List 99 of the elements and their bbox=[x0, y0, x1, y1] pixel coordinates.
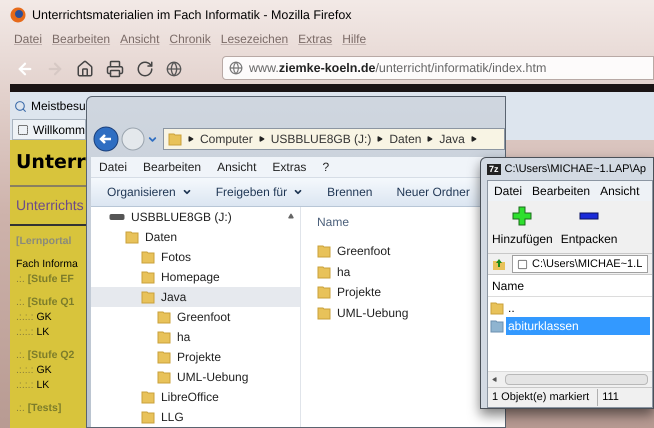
menu-item[interactable]: Datei bbox=[494, 182, 522, 200]
folder-icon bbox=[141, 410, 155, 424]
back-button[interactable] bbox=[93, 126, 119, 152]
plus-icon bbox=[512, 206, 532, 226]
menu-item[interactable]: Datei bbox=[99, 158, 128, 176]
print-icon[interactable] bbox=[106, 60, 124, 78]
file-item[interactable]: .. bbox=[506, 299, 650, 317]
page-link[interactable]: .:.:.: GK bbox=[16, 362, 52, 378]
bookmark[interactable]: Meistbesu bbox=[31, 97, 86, 115]
menu-item[interactable]: Ansicht bbox=[120, 30, 160, 48]
tree-item[interactable]: Greenfoot bbox=[91, 307, 300, 327]
folder-icon bbox=[157, 330, 171, 344]
page-text: Fach Informa bbox=[16, 256, 78, 272]
path-field[interactable]: C:\Users\MICHAE~1.L bbox=[512, 255, 648, 273]
folder-icon bbox=[141, 250, 155, 264]
page-link[interactable]: .:.:.: LK bbox=[16, 324, 50, 340]
horizontal-scrollbar[interactable] bbox=[488, 371, 652, 387]
menu-item[interactable]: Extras bbox=[298, 30, 332, 48]
up-folder-icon[interactable] bbox=[492, 257, 506, 271]
menu-item[interactable]: Bearbeiten bbox=[532, 182, 590, 200]
folder-icon bbox=[490, 319, 504, 333]
tree-item[interactable]: Projekte bbox=[91, 347, 300, 367]
tree-item[interactable]: ha bbox=[91, 327, 300, 347]
folder-icon bbox=[317, 244, 331, 258]
tree-item[interactable]: Java bbox=[91, 287, 300, 307]
drive-icon bbox=[109, 213, 125, 221]
app-logo: 7z bbox=[487, 164, 501, 174]
page-link[interactable]: .:.:.: GK bbox=[16, 310, 52, 324]
file-item[interactable]: ha bbox=[317, 262, 350, 282]
file-icon bbox=[517, 258, 528, 270]
tree-item[interactable]: UML-Uebung bbox=[91, 367, 300, 387]
site-icon bbox=[229, 61, 243, 75]
chevron-icon[interactable] bbox=[470, 136, 477, 142]
breadcrumb-item[interactable]: Daten bbox=[389, 130, 422, 148]
chevron-icon[interactable] bbox=[258, 136, 265, 142]
menu-item[interactable]: Chronik bbox=[169, 30, 211, 48]
folder-icon bbox=[141, 270, 155, 284]
toolbar-button[interactable]: Freigeben für bbox=[216, 183, 304, 202]
folder-icon bbox=[317, 264, 331, 279]
page-link[interactable]: .:.:.: LK bbox=[16, 378, 50, 392]
bookmark-icon bbox=[14, 100, 27, 112]
folder-icon bbox=[157, 370, 171, 384]
folder-icon bbox=[317, 285, 331, 300]
window-title: C:\Users\MICHAE~1.LAP\Ap bbox=[504, 162, 646, 177]
browser-tab[interactable]: Willkomm bbox=[12, 119, 86, 140]
toolbar-button[interactable]: Hinzufügen bbox=[492, 206, 553, 248]
page-subtitle: Unterrichts bbox=[16, 196, 85, 214]
folder-icon bbox=[157, 310, 171, 324]
tree-item[interactable]: Daten bbox=[91, 227, 300, 247]
breadcrumb-item[interactable]: Java bbox=[439, 130, 465, 148]
toolbar-button[interactable]: Entpacken bbox=[560, 206, 618, 248]
folder-icon bbox=[141, 290, 155, 304]
url-text: www.ziemke-koeln.de/unterricht/informatik/index.htm bbox=[249, 60, 546, 77]
tree-item[interactable]: USBBLUE8GB (J:) bbox=[91, 207, 300, 227]
menu-item[interactable]: Ansicht bbox=[217, 158, 256, 176]
folder-icon bbox=[125, 230, 139, 244]
menu-item[interactable]: Bearbeiten bbox=[52, 30, 110, 48]
toolbar-button[interactable]: Brennen bbox=[327, 183, 372, 202]
tab-icon bbox=[17, 124, 29, 136]
breadcrumb-item[interactable]: Computer bbox=[200, 130, 253, 148]
menu-item[interactable]: ? bbox=[322, 158, 330, 176]
scroll-up-icon[interactable] bbox=[288, 213, 294, 219]
folder-icon bbox=[157, 350, 171, 364]
menu-item[interactable]: Lesezeichen bbox=[220, 30, 288, 48]
menu-item[interactable]: Ansicht bbox=[600, 182, 640, 200]
column-header[interactable]: Name bbox=[488, 275, 652, 297]
menu-item[interactable]: Hilfe bbox=[342, 30, 366, 48]
firefox-logo bbox=[10, 7, 26, 23]
globe-icon[interactable] bbox=[166, 61, 182, 77]
tree-item[interactable]: Fotos bbox=[91, 247, 300, 267]
chevron-icon[interactable] bbox=[377, 136, 384, 142]
folder-icon bbox=[141, 390, 155, 404]
folder-icon bbox=[168, 132, 182, 146]
tree-item[interactable]: LibreOffice bbox=[91, 387, 300, 407]
chevron-icon[interactable] bbox=[188, 136, 194, 142]
file-item[interactable]: UML-Uebung bbox=[317, 302, 408, 323]
menu-item[interactable]: Extras bbox=[272, 158, 306, 176]
address-bar[interactable]: www.ziemke-koeln.de/unterricht/informatik/index.htm bbox=[222, 56, 654, 80]
status-text: 1 Objekt(e) markiert bbox=[488, 389, 598, 406]
scroll-left-icon[interactable] bbox=[492, 377, 497, 382]
breadcrumb-item[interactable]: USBBLUE8GB (J:) bbox=[270, 130, 372, 148]
folder-icon bbox=[490, 301, 504, 315]
toolbar-button[interactable]: Neuer Ordner bbox=[396, 183, 470, 202]
status-text: 111 bbox=[601, 390, 619, 406]
file-item[interactable]: Greenfoot bbox=[317, 241, 390, 262]
file-item[interactable]: Projekte bbox=[317, 282, 382, 302]
window-title: Unterrichtsmaterialien im Fach Informatik - Mozilla Firefox bbox=[32, 6, 352, 24]
column-header[interactable]: Name bbox=[317, 213, 350, 231]
menu-item[interactable]: Datei bbox=[14, 30, 42, 48]
folder-icon bbox=[317, 306, 331, 320]
reload-icon[interactable] bbox=[136, 60, 154, 78]
chevron-icon[interactable] bbox=[427, 136, 434, 142]
toolbar-button[interactable]: Organisieren bbox=[107, 183, 192, 202]
menu-item[interactable]: Bearbeiten bbox=[143, 158, 202, 176]
breadcrumb-bar[interactable]: Computer USBBLUE8GB (J:) Daten Java bbox=[163, 128, 505, 150]
tree-item[interactable]: LLG bbox=[91, 407, 300, 427]
page-heading: Unterr bbox=[16, 150, 87, 175]
home-icon[interactable] bbox=[76, 60, 94, 78]
tree-item[interactable]: Homepage bbox=[91, 267, 300, 287]
